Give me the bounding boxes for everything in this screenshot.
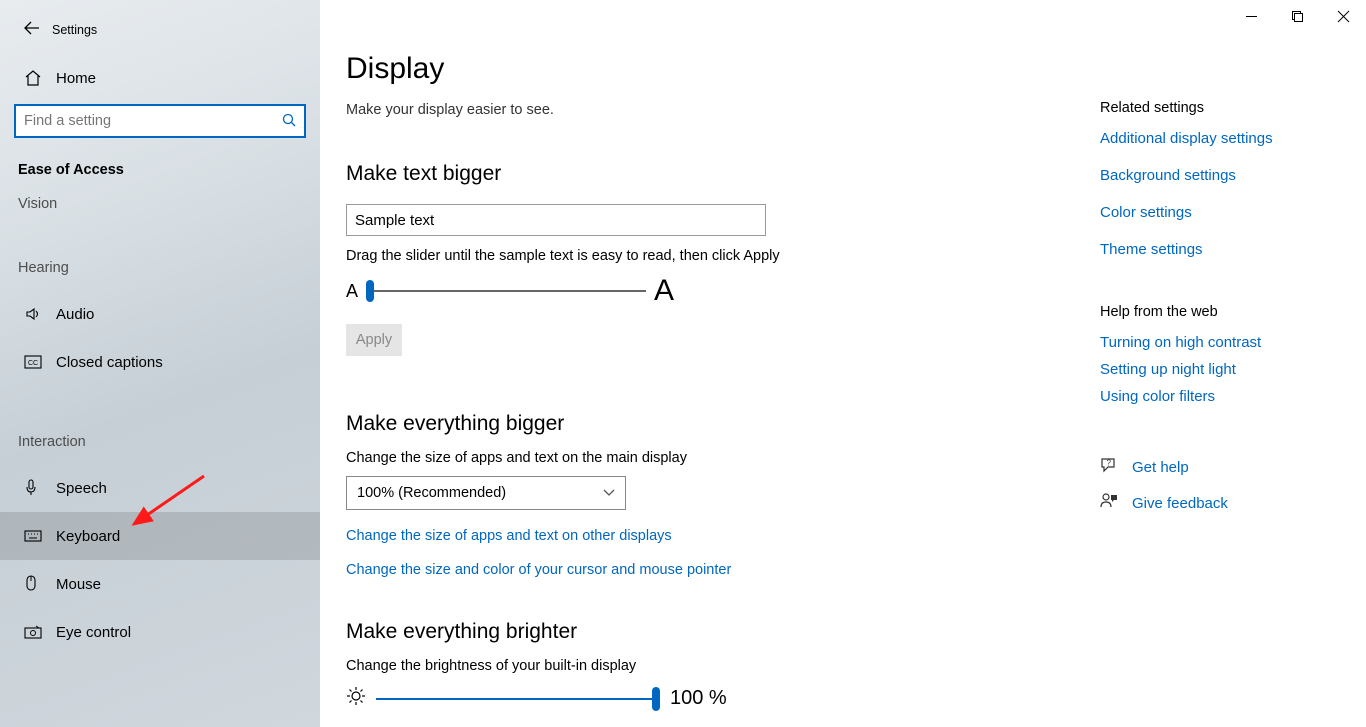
- minimize-button[interactable]: [1228, 0, 1274, 32]
- back-button[interactable]: [18, 21, 46, 40]
- category-label: Ease of Access: [0, 138, 320, 178]
- give-feedback-label: Give feedback: [1132, 495, 1228, 512]
- mic-icon: [24, 479, 46, 497]
- help-icon: ?: [1100, 457, 1126, 478]
- sun-icon: [346, 686, 366, 711]
- search-icon: [282, 113, 296, 130]
- link-color-filters[interactable]: Using color filters: [1100, 388, 1346, 405]
- apply-button[interactable]: Apply: [346, 324, 402, 356]
- link-color-settings[interactable]: Color settings: [1100, 204, 1346, 221]
- text-size-slider[interactable]: [366, 290, 646, 292]
- sidebar-item-label: Keyboard: [56, 528, 120, 545]
- give-feedback-action[interactable]: Give feedback: [1100, 492, 1346, 515]
- get-help-label: Get help: [1132, 459, 1189, 476]
- sidebar-item-closed-captions[interactable]: CC Closed captions: [0, 338, 320, 386]
- big-a-label: A: [654, 274, 674, 308]
- sidebar-item-mouse[interactable]: Mouse: [0, 560, 320, 608]
- sidebar-item-audio[interactable]: Audio: [0, 290, 320, 338]
- sidebar-item-label: Mouse: [56, 576, 101, 593]
- audio-icon: [24, 305, 46, 323]
- close-button[interactable]: [1320, 0, 1366, 32]
- svg-text:?: ?: [1107, 459, 1112, 468]
- search-input-wrap[interactable]: [14, 104, 306, 138]
- feedback-icon: [1100, 492, 1126, 515]
- chevron-down-icon: [603, 486, 615, 500]
- eye-icon: [24, 625, 46, 639]
- sidebar: Settings Home Ease of Access Vision Hear…: [0, 0, 320, 727]
- dropdown-value: 100% (Recommended): [357, 485, 506, 501]
- slider-thumb[interactable]: [652, 687, 660, 711]
- subcategory-interaction: Interaction: [0, 416, 320, 450]
- window-controls: [1228, 0, 1366, 32]
- maximize-button[interactable]: [1274, 0, 1320, 32]
- app-title: Settings: [52, 23, 97, 37]
- link-theme-settings[interactable]: Theme settings: [1100, 241, 1346, 258]
- subcategory-vision: Vision: [0, 178, 320, 212]
- sample-text-preview: Sample text: [346, 204, 766, 236]
- link-high-contrast[interactable]: Turning on high contrast: [1100, 334, 1346, 351]
- right-rail: Related settings Additional display sett…: [1100, 0, 1366, 727]
- small-a-label: A: [346, 281, 358, 302]
- sidebar-item-speech[interactable]: Speech: [0, 464, 320, 512]
- subcategory-hearing: Hearing: [0, 242, 320, 276]
- sidebar-item-label: Speech: [56, 480, 107, 497]
- mouse-icon: [24, 575, 46, 593]
- rail-heading-related: Related settings: [1100, 100, 1346, 116]
- home-label: Home: [56, 70, 96, 87]
- scale-dropdown[interactable]: 100% (Recommended): [346, 476, 626, 510]
- sidebar-item-keyboard[interactable]: Keyboard: [0, 512, 320, 560]
- brightness-value: 100 %: [670, 687, 727, 710]
- brightness-slider[interactable]: [376, 698, 656, 700]
- home-icon: [24, 69, 46, 87]
- slider-thumb[interactable]: [366, 280, 374, 302]
- sidebar-item-eye-control[interactable]: Eye control: [0, 608, 320, 656]
- link-background-settings[interactable]: Background settings: [1100, 167, 1346, 184]
- rail-heading-help: Help from the web: [1100, 304, 1346, 320]
- get-help-action[interactable]: ? Get help: [1100, 457, 1346, 478]
- sidebar-item-label: Closed captions: [56, 354, 163, 371]
- sidebar-item-home[interactable]: Home: [0, 56, 320, 100]
- link-additional-display[interactable]: Additional display settings: [1100, 130, 1346, 147]
- keyboard-icon: [24, 530, 46, 542]
- link-night-light[interactable]: Setting up night light: [1100, 361, 1346, 378]
- search-input[interactable]: [24, 113, 282, 129]
- sidebar-item-label: Eye control: [56, 624, 131, 641]
- cc-icon: CC: [24, 355, 46, 369]
- svg-text:CC: CC: [28, 360, 38, 367]
- sidebar-item-label: Audio: [56, 306, 94, 323]
